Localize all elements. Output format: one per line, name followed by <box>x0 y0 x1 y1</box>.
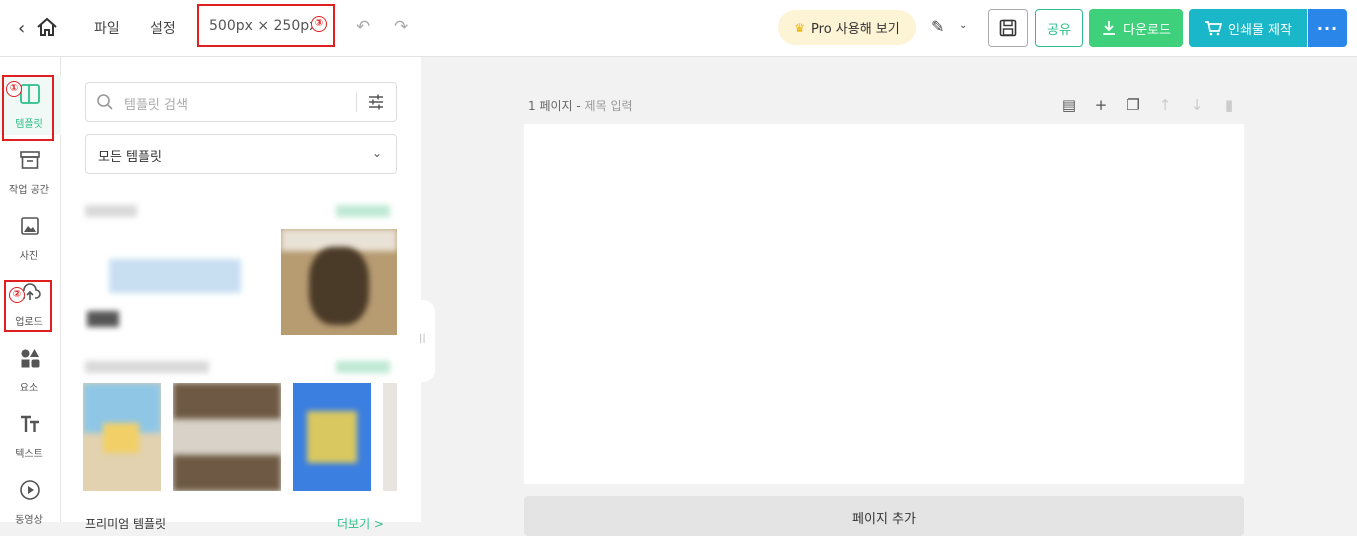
blurred-section-title <box>85 205 137 217</box>
grip-icon: || <box>419 333 426 344</box>
page-title-input[interactable]: 제목 입력 <box>585 99 633 113</box>
file-menu[interactable]: 파일 <box>94 18 120 38</box>
template-thumbnail[interactable] <box>83 229 269 339</box>
canvas-size-label: 500px × 250px <box>209 18 318 34</box>
template-thumbnail[interactable] <box>281 229 397 335</box>
blurred-thumb-graphic <box>109 259 241 293</box>
blurred-thumb-graphic <box>87 311 119 327</box>
download-label: 다운로드 <box>1123 22 1171 38</box>
print-order-label: 인쇄물 제작 <box>1228 22 1292 38</box>
sidebar-item-label: 텍스트 <box>15 449 43 460</box>
download-button[interactable]: 다운로드 <box>1089 9 1183 47</box>
template-thumbnail[interactable] <box>173 383 281 491</box>
share-button[interactable]: 공유 <box>1035 9 1083 47</box>
trash-icon[interactable]: ▮ <box>1220 96 1238 114</box>
page-header: 1 페이지 - 제목 입력 <box>528 97 633 114</box>
undo-icon[interactable]: ↶ <box>356 17 370 37</box>
print-order-button[interactable]: 인쇄물 제작 <box>1189 9 1307 47</box>
blurred-thumb-graphic <box>103 423 139 453</box>
chevron-down-icon[interactable]: ⌄ <box>959 20 967 31</box>
duplicate-icon[interactable]: ❐ <box>1124 96 1142 114</box>
blurred-thumb-graphic <box>307 411 357 463</box>
share-label: 공유 <box>1047 22 1071 38</box>
left-sidebar: 템플릿 작업 공간 사진 업로드 요소 텍스트 동영상 ① ② <box>0 57 61 526</box>
template-panel: 템플릿 검색 모든 템플릿 ⌄ 프리미엄 템플릿 더보기 > <box>61 57 421 531</box>
pro-trial-label: Pro 사용해 보기 <box>811 22 900 37</box>
sidebar-item-video[interactable]: 동영상 <box>0 471 61 531</box>
blurred-thumb-graphic <box>173 383 281 419</box>
chevron-down-icon: ⌄ <box>371 146 382 160</box>
archive-icon <box>20 151 40 169</box>
sidebar-item-label: 동영상 <box>15 515 43 526</box>
download-icon <box>1103 21 1116 35</box>
cart-icon <box>1205 21 1223 36</box>
blurred-section-title <box>85 361 209 373</box>
blurred-more-link[interactable] <box>336 361 390 373</box>
template-category-select[interactable]: 모든 템플릿 ⌄ <box>85 134 397 174</box>
top-toolbar: ‹ 파일 설정 500px × 250px ③ ↶ ↷ ♛ Pro 사용해 보기… <box>0 0 1357 57</box>
divider <box>356 92 357 112</box>
category-select-value: 모든 템플릿 <box>98 150 162 165</box>
note-icon[interactable]: ▤ <box>1060 96 1078 114</box>
floppy-disk-icon <box>999 19 1017 37</box>
pro-trial-button[interactable]: ♛ Pro 사용해 보기 <box>778 10 916 45</box>
sidebar-item-photo[interactable]: 사진 <box>0 207 61 267</box>
premium-more-link[interactable]: 더보기 > <box>337 515 384 532</box>
sidebar-item-label: 요소 <box>19 383 39 394</box>
play-icon <box>20 480 40 500</box>
add-page-icon[interactable]: + <box>1092 96 1110 114</box>
settings-menu[interactable]: 설정 <box>150 18 176 38</box>
page-number: 1 페이지 - <box>528 99 581 113</box>
search-icon <box>97 94 113 110</box>
template-thumbnail[interactable] <box>293 383 371 491</box>
callout-two: ② <box>9 287 25 303</box>
crown-icon: ♛ <box>794 20 806 35</box>
page-toolbar: ▤ + ❐ ↑ ↓ ▮ <box>1060 96 1238 114</box>
photo-icon <box>21 217 39 235</box>
text-icon <box>21 415 39 432</box>
sidebar-item-label: 사진 <box>19 251 39 262</box>
add-page-button[interactable]: 페이지 추가 <box>524 496 1244 536</box>
more-options-button[interactable]: ··· <box>1308 9 1347 47</box>
more-dots-icon: ··· <box>1316 18 1339 38</box>
blurred-more-link[interactable] <box>336 205 390 217</box>
home-icon[interactable] <box>36 17 58 37</box>
sidebar-item-label: 작업 공간 <box>9 185 49 196</box>
template-thumbnail[interactable] <box>383 383 397 491</box>
redo-icon[interactable]: ↷ <box>394 17 408 37</box>
premium-section-title: 프리미엄 템플릿 <box>85 517 167 531</box>
sidebar-item-elements[interactable]: 요소 <box>0 339 61 399</box>
add-page-label: 페이지 추가 <box>852 512 916 527</box>
save-button[interactable] <box>988 9 1028 47</box>
callout-one: ① <box>6 81 22 97</box>
shapes-icon <box>21 349 40 368</box>
filter-sliders-icon[interactable] <box>367 93 385 111</box>
sidebar-item-workspace[interactable]: 작업 공간 <box>0 141 61 201</box>
blurred-thumb-graphic <box>309 247 369 325</box>
arrow-up-icon[interactable]: ↑ <box>1156 96 1174 114</box>
callout-three: ③ <box>311 16 327 32</box>
back-chevron-icon[interactable]: ‹ <box>18 18 25 39</box>
pen-icon[interactable]: ✎ <box>931 17 944 36</box>
design-canvas[interactable] <box>524 124 1244 484</box>
sidebar-item-text[interactable]: 텍스트 <box>0 405 61 465</box>
template-search-input[interactable]: 템플릿 검색 <box>85 82 397 122</box>
search-placeholder: 템플릿 검색 <box>124 98 188 113</box>
canvas-size-button[interactable]: 500px × 250px ③ <box>197 4 335 47</box>
arrow-down-icon[interactable]: ↓ <box>1188 96 1206 114</box>
blurred-thumb-graphic <box>173 455 281 491</box>
template-thumbnail[interactable] <box>83 383 161 491</box>
